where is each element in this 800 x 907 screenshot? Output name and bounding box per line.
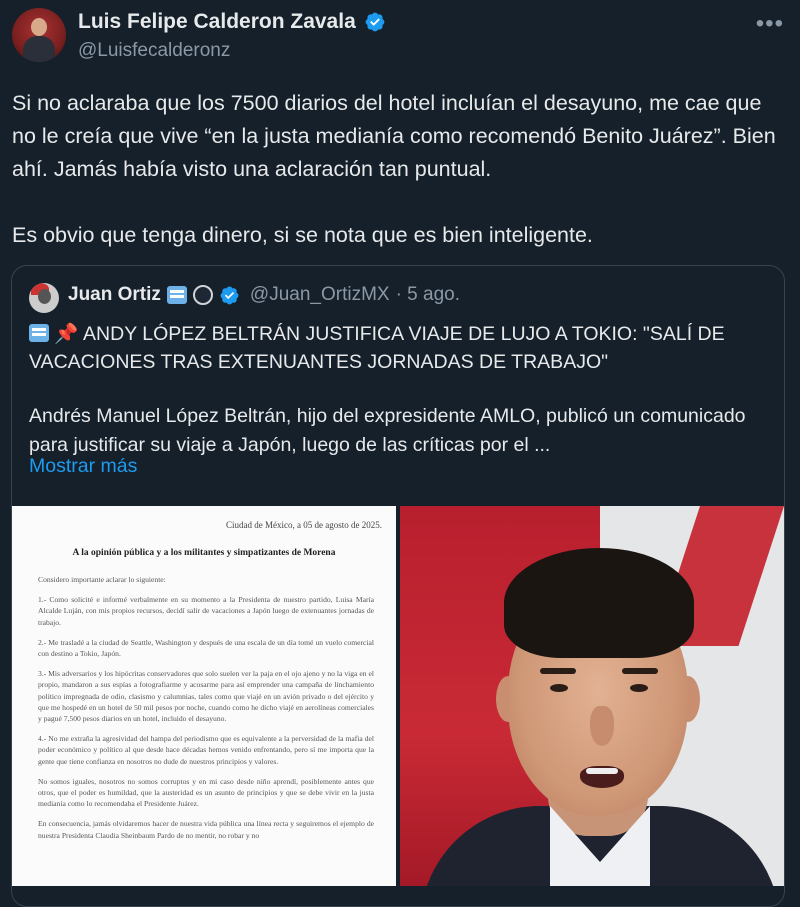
tweet-author-row: Luis Felipe Calderon Zavala — [78, 10, 386, 34]
quoted-tweet[interactable]: Juan Ortiz @Juan_OrtizMX · 5 ago. 📌 ANDY… — [11, 265, 785, 907]
verified-badge-icon — [365, 12, 385, 32]
inbox-tray-icon — [29, 324, 49, 342]
quoted-body-text: Andrés Manuel López Beltrán, hijo del ex… — [29, 405, 746, 456]
pushpin-icon: 📌 — [54, 323, 79, 345]
show-more-link[interactable]: Mostrar más — [29, 455, 137, 478]
document-paragraph: 2.- Me trasladé a la ciudad de Seattle, … — [38, 637, 374, 659]
portrait-photo[interactable] — [400, 506, 784, 886]
inbox-tray-icon — [166, 286, 187, 304]
quoted-author-handle: @Juan_OrtizMX — [249, 284, 390, 305]
document-paragraph: 1.- Como solicité e informé verbalmente … — [38, 595, 374, 627]
document-paragraph: En consecuencia, jamás olvidaremos hacer… — [38, 819, 374, 840]
tweet-author-name[interactable]: Luis Felipe Calderon Zavala — [78, 10, 356, 34]
quoted-timestamp: · 5 ago. — [395, 284, 461, 305]
document-body: Considero importante aclarar lo siguient… — [38, 574, 374, 850]
document-date: Ciudad de México, a 05 de agosto de 2025… — [226, 520, 382, 530]
tweet-text-paragraph: Si no aclaraba que los 7500 diarios del … — [12, 91, 776, 181]
document-paragraph: 4.- No me extraña la agresividad del ham… — [38, 734, 374, 766]
quoted-title-text: ANDY LÓPEZ BELTRÁN JUSTIFICA VIAJE DE LU… — [29, 323, 725, 373]
tweet-text-paragraph: Es obvio que tenga dinero, si se nota qu… — [12, 223, 593, 247]
document-paragraph: 3.- Mis adversarios y los hipócritas con… — [38, 669, 374, 724]
quoted-author-row: Juan Ortiz @Juan_OrtizMX · 5 ago. — [68, 284, 460, 306]
quoted-title: 📌 ANDY LÓPEZ BELTRÁN JUSTIFICA VIAJE DE … — [29, 320, 774, 376]
tweet-author-avatar[interactable] — [12, 8, 66, 62]
tweet-author-handle[interactable]: @Luisfecalderonz — [78, 40, 230, 62]
eye-icon — [192, 285, 213, 305]
tweet-text: Si no aclaraba que los 7500 diarios del … — [12, 87, 782, 252]
document-paragraph: Considero importante aclarar lo siguient… — [38, 575, 166, 584]
document-image[interactable]: Ciudad de México, a 05 de agosto de 2025… — [12, 506, 396, 886]
more-options-icon[interactable]: ••• — [756, 10, 784, 38]
verified-badge-icon — [220, 286, 239, 304]
quoted-author-avatar — [29, 283, 59, 313]
document-heading: A la opinión pública y a los militantes … — [72, 548, 336, 558]
quoted-author-name: Juan Ortiz — [68, 284, 161, 305]
document-paragraph: No somos iguales, nosotros no somos corr… — [38, 776, 374, 809]
